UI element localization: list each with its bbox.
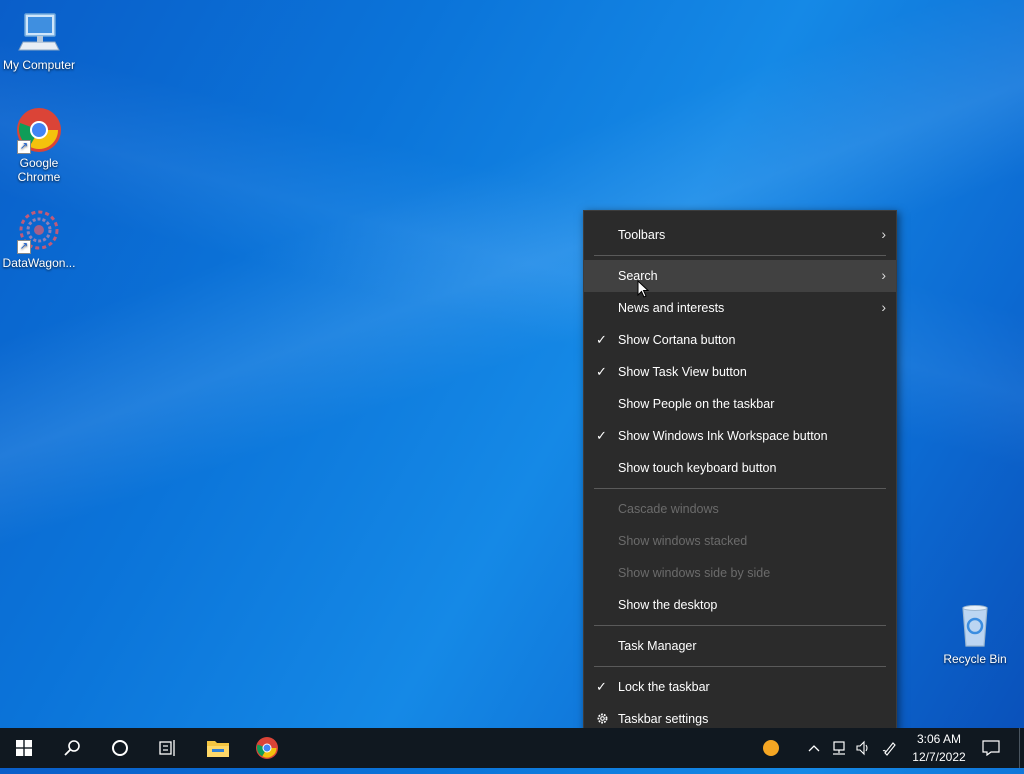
task-view-icon bbox=[159, 740, 175, 756]
folder-icon bbox=[207, 741, 229, 757]
menu-item-label: Show Task View button bbox=[618, 365, 747, 379]
menu-item-show-windows-side-by-side: Show windows side by side bbox=[584, 557, 896, 589]
taskbar-google-chrome[interactable] bbox=[243, 728, 291, 768]
windows-logo-icon bbox=[16, 740, 32, 756]
menu-item-show-windows-stacked: Show windows stacked bbox=[584, 525, 896, 557]
show-hidden-icons-button[interactable] bbox=[804, 728, 824, 768]
menu-item-label: Show windows stacked bbox=[618, 534, 748, 548]
chevron-right-icon: › bbox=[881, 267, 886, 283]
chevron-right-icon: › bbox=[881, 299, 886, 315]
taskbar-clock[interactable]: 3:06 AM 12/7/2022 bbox=[908, 730, 970, 766]
clock-time: 3:06 AM bbox=[916, 732, 962, 746]
menu-item-label: Task Manager bbox=[618, 639, 697, 653]
menu-item-search[interactable]: Search › bbox=[584, 260, 896, 292]
menu-item-show-people[interactable]: Show People on the taskbar bbox=[584, 388, 896, 420]
show-desktop-button[interactable] bbox=[1019, 728, 1024, 768]
task-view-button[interactable] bbox=[144, 728, 192, 768]
windows-ink-button[interactable] bbox=[878, 728, 902, 768]
start-button[interactable] bbox=[0, 728, 48, 768]
orange-circle-icon bbox=[763, 740, 779, 756]
menu-item-show-cortana-button[interactable]: ✓ Show Cortana button bbox=[584, 324, 896, 356]
desktop-icon-my-computer[interactable]: My Computer bbox=[0, 8, 78, 72]
menu-item-label: Taskbar settings bbox=[618, 712, 709, 726]
menu-item-label: Show Windows Ink Workspace button bbox=[618, 429, 828, 443]
menu-item-label: Show touch keyboard button bbox=[618, 461, 777, 475]
gear-icon bbox=[596, 711, 609, 728]
cortana-circle-icon bbox=[112, 740, 128, 756]
checkmark-icon: ✓ bbox=[596, 332, 607, 347]
menu-item-show-task-view-button[interactable]: ✓ Show Task View button bbox=[584, 356, 896, 388]
menu-separator bbox=[594, 488, 886, 489]
checkmark-icon: ✓ bbox=[596, 679, 607, 694]
desktop-icon-label: My Computer bbox=[2, 58, 76, 72]
cortana-button[interactable] bbox=[96, 728, 144, 768]
menu-item-label: Show People on the taskbar bbox=[618, 397, 775, 411]
chevron-right-icon: › bbox=[881, 226, 886, 242]
checkmark-icon: ✓ bbox=[596, 428, 607, 443]
network-icon bbox=[833, 741, 845, 755]
tray-app-orange-icon[interactable] bbox=[760, 728, 782, 768]
chevron-up-icon bbox=[808, 745, 820, 752]
action-center-button[interactable] bbox=[978, 728, 1004, 768]
datawagon-icon: ↗ bbox=[15, 206, 63, 254]
computer-icon bbox=[15, 8, 63, 56]
desktop-icon-label: Google Chrome bbox=[17, 156, 61, 184]
menu-item-lock-the-taskbar[interactable]: ✓ Lock the taskbar bbox=[584, 671, 896, 703]
desktop-icon-recycle-bin[interactable]: Recycle Bin bbox=[936, 602, 1014, 666]
desktop-icon-google-chrome[interactable]: ↗ Google Chrome bbox=[0, 106, 78, 184]
checkmark-icon: ✓ bbox=[596, 364, 607, 379]
menu-item-label: Show Cortana button bbox=[618, 333, 736, 347]
desktop-icon-label: DataWagon... bbox=[2, 256, 76, 270]
menu-item-show-windows-ink[interactable]: ✓ Show Windows Ink Workspace button bbox=[584, 420, 896, 452]
desktop-icon-datawagon[interactable]: ↗ DataWagon... bbox=[0, 206, 78, 270]
shortcut-arrow-icon: ↗ bbox=[17, 240, 31, 254]
menu-item-cascade-windows: Cascade windows bbox=[584, 493, 896, 525]
volume-button[interactable] bbox=[852, 728, 874, 768]
pen-icon bbox=[882, 742, 896, 756]
clock-date: 12/7/2022 bbox=[912, 750, 966, 764]
menu-item-news-and-interests[interactable]: News and interests › bbox=[584, 292, 896, 324]
taskbar[interactable]: 3:06 AM 12/7/2022 bbox=[0, 728, 1024, 768]
menu-separator bbox=[594, 666, 886, 667]
menu-item-label: Cascade windows bbox=[618, 502, 719, 516]
menu-item-task-manager[interactable]: Task Manager bbox=[584, 630, 896, 662]
menu-item-show-the-desktop[interactable]: Show the desktop bbox=[584, 589, 896, 621]
menu-item-show-touch-keyboard[interactable]: Show touch keyboard button bbox=[584, 452, 896, 484]
menu-item-label: Show windows side by side bbox=[618, 566, 771, 580]
taskbar-file-explorer[interactable] bbox=[194, 728, 242, 768]
search-icon bbox=[64, 740, 80, 756]
menu-separator bbox=[594, 255, 886, 256]
menu-item-label: Show the desktop bbox=[618, 598, 718, 612]
menu-item-toolbars[interactable]: Toolbars › bbox=[584, 219, 896, 251]
chrome-icon: ↗ bbox=[15, 106, 63, 154]
network-button[interactable] bbox=[828, 728, 850, 768]
mouse-cursor-icon bbox=[637, 280, 649, 298]
speaker-icon bbox=[856, 740, 868, 756]
notification-icon bbox=[982, 740, 1000, 757]
recycle-bin-icon bbox=[951, 602, 999, 650]
shortcut-arrow-icon: ↗ bbox=[17, 140, 31, 154]
search-button[interactable] bbox=[48, 728, 96, 768]
chrome-icon bbox=[256, 737, 278, 759]
taskbar-context-menu: Toolbars › Search › News and interests ›… bbox=[583, 210, 897, 745]
menu-separator bbox=[594, 625, 886, 626]
menu-item-label: News and interests bbox=[618, 301, 725, 315]
desktop-icon-label: Recycle Bin bbox=[943, 652, 1007, 666]
menu-item-label: Lock the taskbar bbox=[618, 680, 710, 694]
menu-item-label: Toolbars bbox=[618, 228, 666, 242]
